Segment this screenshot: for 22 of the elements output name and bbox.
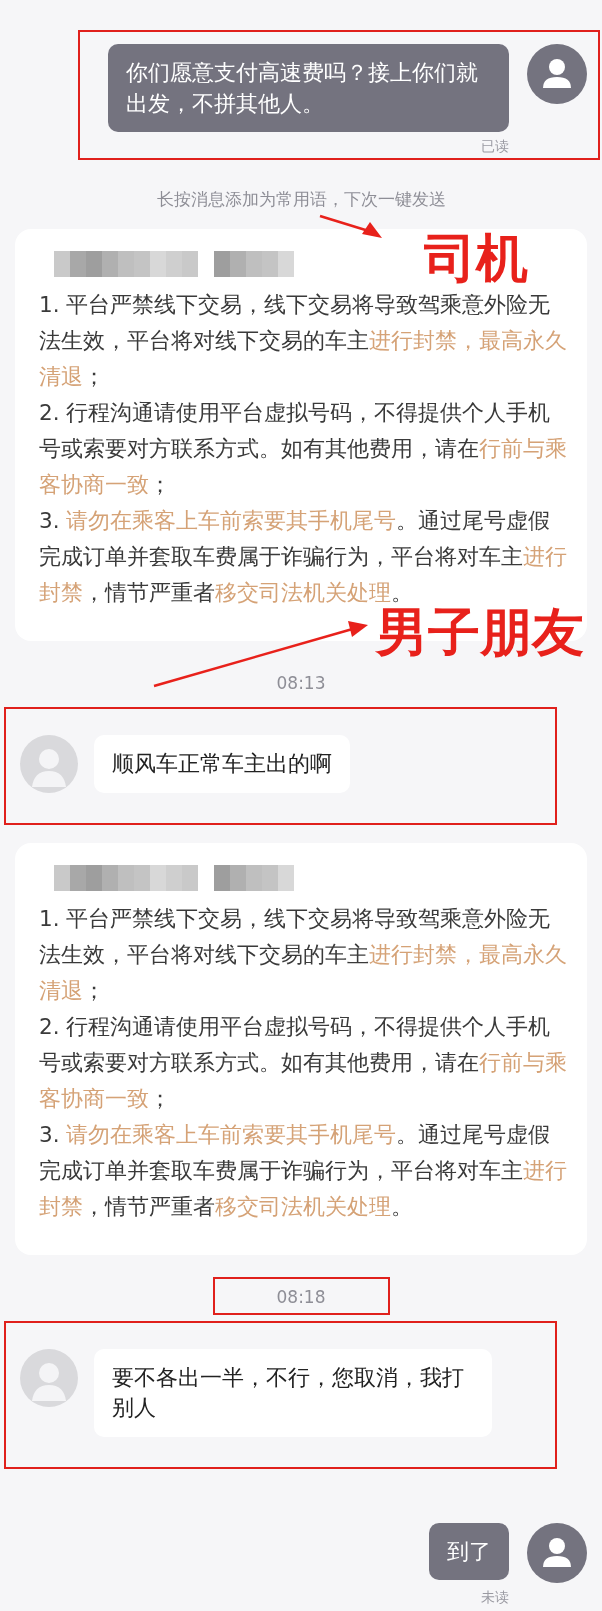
notice-paragraph: 2. 行程沟通请使用平台虚拟号码，不得提供个人手机号或索要对方联系方式。如有其他费用，请在行前与乘客协商一致； [39, 1013, 567, 1113]
user-avatar-icon [527, 1523, 587, 1583]
timestamp: 08:13 [276, 672, 326, 695]
notice-paragraph: 3. 请勿在乘客上车前索要其手机尾号。通过尾号虚假完成订单并套取车费属于诈骗行为，平台将对车主进行封禁，情节严重者移交司法机关处理。 [39, 1121, 567, 1221]
notice-paragraph: 1. 平台严禁线下交易，线下交易将导致驾乘意外险无法生效，平台将对线下交易的车主进行封禁，最高永久清退； [39, 905, 567, 1005]
message-bubble: 到了 [429, 1523, 509, 1580]
read-status: 未读 [481, 1589, 509, 1607]
annotation-arrow [319, 214, 382, 238]
message-bubble: 你们愿意支付高速费吗？接上你们就出发，不拼其他人。 [108, 44, 509, 132]
hint-text: 长按消息添加为常用语，下次一键发送 [156, 188, 446, 211]
user-avatar-icon [527, 44, 587, 104]
notice-paragraph: 2. 行程沟通请使用平台虚拟号码，不得提供个人手机号或索要对方联系方式。如有其他费用，请在行前与乘客协商一致； [39, 399, 567, 499]
annotation-label: 司机 [424, 232, 528, 284]
timestamp: 08:18 [276, 1286, 326, 1309]
annotation-label: 男子朋友 [376, 606, 584, 658]
message-bubble: 要不各出一半，不行，您取消，我打别人 [94, 1349, 492, 1437]
notice-paragraph: 1. 平台严禁线下交易，线下交易将导致驾乘意外险无法生效，平台将对线下交易的车主进行封禁，最高永久清退； [39, 291, 567, 391]
contact-avatar-icon [20, 1349, 78, 1407]
notice-paragraph: 3. 请勿在乘客上车前索要其手机尾号。通过尾号虚假完成订单并套取车费属于诈骗行为，平台将对车主进行封禁，情节严重者移交司法机关处理。 [39, 507, 567, 607]
message-bubble: 顺风车正常车主出的啊 [94, 735, 350, 793]
contact-avatar-icon [20, 735, 78, 793]
read-status: 已读 [481, 138, 509, 156]
